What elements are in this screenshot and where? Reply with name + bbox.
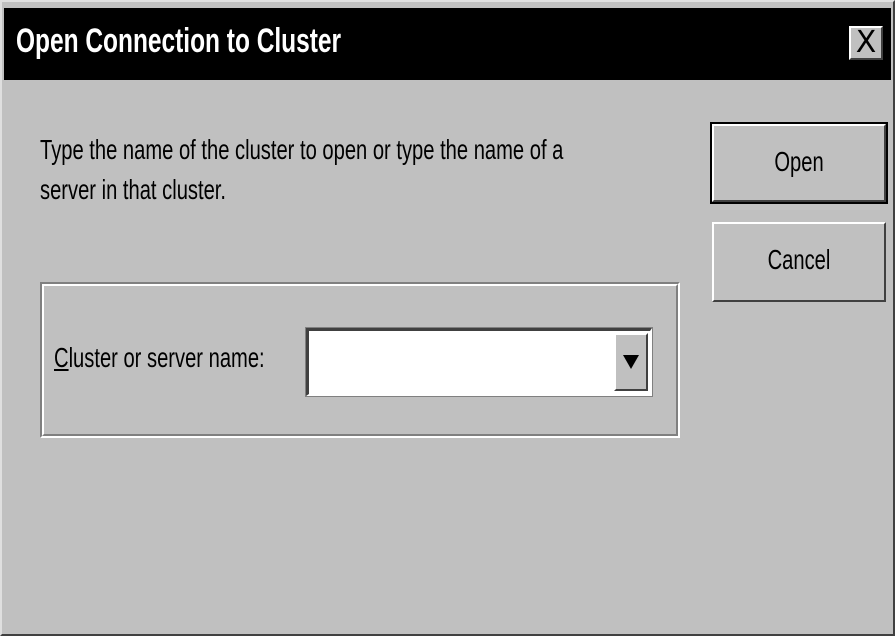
title-bar[interactable]: Open Connection to Cluster X — [4, 8, 891, 80]
chevron-down-icon — [623, 355, 639, 369]
label-accelerator-key: C — [54, 342, 69, 373]
open-button-label: Open — [774, 146, 824, 177]
close-button[interactable]: X — [849, 26, 883, 60]
instruction-line-1: Type the name of the cluster to open or … — [40, 134, 564, 165]
cancel-button[interactable]: Cancel — [712, 222, 886, 302]
instruction-line-2: server in that cluster. — [40, 174, 227, 205]
open-button[interactable]: Open — [710, 122, 888, 204]
dialog-title: Open Connection to Cluster — [16, 22, 342, 60]
cancel-button-label: Cancel — [767, 244, 831, 275]
open-connection-dialog: Open Connection to Cluster X Type the na… — [0, 0, 895, 636]
cluster-name-combobox[interactable] — [305, 327, 653, 397]
dropdown-button[interactable] — [614, 333, 648, 391]
cluster-name-label: Cluster or server name: — [54, 342, 265, 374]
instruction-text: Type the name of the cluster to open or … — [40, 130, 674, 210]
close-icon: X — [855, 25, 877, 60]
label-text: luster or server name: — [68, 342, 265, 373]
